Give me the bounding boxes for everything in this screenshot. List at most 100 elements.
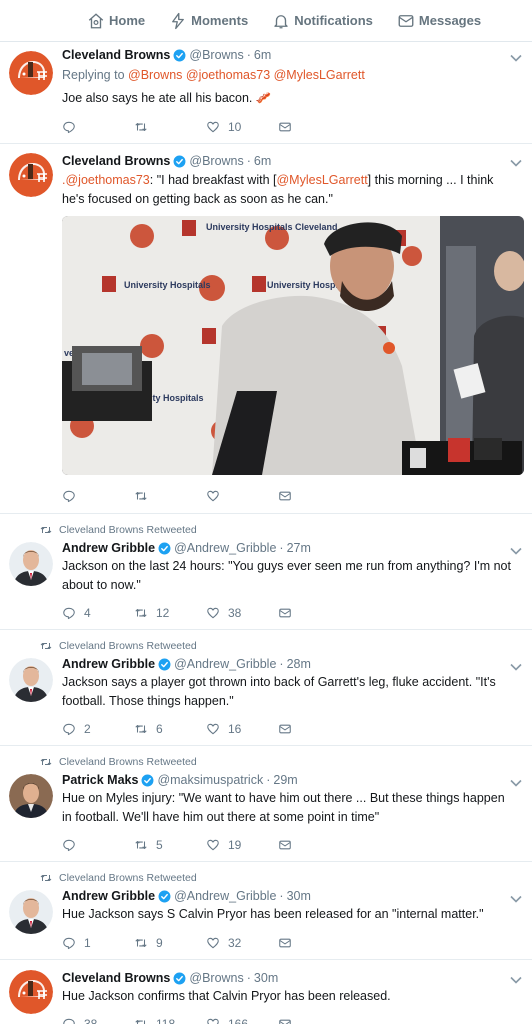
separator-dot: · (279, 541, 284, 555)
display-name[interactable]: Cleveland Browns (62, 154, 170, 168)
avatar[interactable] (9, 51, 53, 95)
like-count: 10 (228, 120, 242, 134)
timestamp[interactable]: 30m (254, 971, 278, 985)
retweeted-by[interactable]: Cleveland Browns Retweeted (59, 872, 197, 884)
tweet-text: Hue Jackson says S Calvin Pryor has been… (62, 907, 484, 921)
display-name[interactable]: Cleveland Browns (62, 971, 170, 985)
handle[interactable]: @Andrew_Gribble (174, 541, 276, 555)
retweet-count: 12 (156, 606, 170, 620)
retweet-button[interactable]: 9 (134, 936, 206, 950)
reply-button[interactable]: 1 (62, 936, 134, 950)
press-conference-photo: University Hospitals Cleveland Universit… (62, 216, 524, 475)
retweet-button[interactable] (134, 120, 206, 134)
nav-notifications-label: Notifications (294, 13, 373, 28)
nav-home-label: Home (109, 13, 146, 28)
nav-moments[interactable]: Moments (169, 0, 248, 42)
reply-button[interactable] (62, 489, 134, 503)
tweet[interactable]: Cleveland Browns @Browns · 6m Replying t… (0, 43, 532, 144)
dm-button[interactable] (278, 120, 350, 134)
display-name[interactable]: Andrew Gribble (62, 889, 155, 903)
dm-button[interactable] (278, 606, 350, 620)
retweet-button[interactable]: 6 (134, 722, 206, 736)
like-button[interactable]: 16 (206, 722, 278, 736)
reply-button[interactable] (62, 838, 134, 852)
avatar[interactable] (9, 774, 53, 818)
display-name[interactable]: Andrew Gribble (62, 657, 155, 671)
dm-button[interactable] (278, 1017, 350, 1024)
like-button[interactable]: 10 (206, 120, 278, 134)
timestamp[interactable]: 28m (287, 657, 311, 671)
tweet[interactable]: Cleveland Browns Retweeted Andrew Gribbl… (0, 514, 532, 630)
handle[interactable]: @Andrew_Gribble (174, 657, 276, 671)
avatar[interactable] (9, 658, 53, 702)
reply-button[interactable]: 38 (62, 1017, 134, 1024)
avatar[interactable] (9, 970, 53, 1014)
reply-button[interactable] (62, 120, 134, 134)
nav-home[interactable]: Home (87, 0, 145, 42)
chevron-down-icon[interactable] (510, 159, 522, 167)
chevron-down-icon[interactable] (510, 54, 522, 62)
tweet[interactable]: Cleveland Browns Retweeted Andrew Gribbl… (0, 862, 532, 960)
avatar[interactable] (9, 890, 53, 934)
timestamp[interactable]: 6m (254, 48, 271, 62)
reply-icon (62, 722, 76, 736)
dm-button[interactable] (278, 722, 350, 736)
chevron-down-icon[interactable] (510, 976, 522, 984)
mention-link[interactable]: .@joethomas73 (62, 173, 150, 187)
reply-button[interactable]: 2 (62, 722, 134, 736)
handle[interactable]: @Browns (189, 48, 243, 62)
retweeted-by[interactable]: Cleveland Browns Retweeted (59, 640, 197, 652)
retweet-button[interactable] (134, 489, 206, 503)
like-button[interactable]: 38 (206, 606, 278, 620)
like-button[interactable]: 32 (206, 936, 278, 950)
timestamp[interactable]: 27m (287, 541, 311, 555)
dm-button[interactable] (278, 936, 350, 950)
reply-button[interactable]: 4 (62, 606, 134, 620)
timestamp[interactable]: 30m (287, 889, 311, 903)
chevron-down-icon[interactable] (510, 895, 522, 903)
handle[interactable]: @Browns (189, 154, 243, 168)
timestamp[interactable]: 6m (254, 154, 271, 168)
like-button[interactable] (206, 489, 278, 503)
tweet-header: Cleveland Browns @Browns · 6m (62, 48, 271, 62)
dm-button[interactable] (278, 838, 350, 852)
browns-helmet-icon (9, 153, 53, 197)
replying-to-users[interactable]: @Browns @joethomas73 @MylesLGarrett (128, 68, 365, 82)
display-name[interactable]: Patrick Maks (62, 773, 138, 787)
handle[interactable]: @Andrew_Gribble (174, 889, 276, 903)
retweet-button[interactable]: 5 (134, 838, 206, 852)
heart-icon (206, 120, 220, 134)
retweet-button[interactable]: 118 (134, 1017, 206, 1024)
chevron-down-icon[interactable] (510, 663, 522, 671)
retweeted-by[interactable]: Cleveland Browns Retweeted (59, 524, 197, 536)
chevron-down-icon[interactable] (510, 779, 522, 787)
tweet[interactable]: Cleveland Browns @Browns · 30m Hue Jacks… (0, 960, 532, 1024)
like-button[interactable]: 166 (206, 1017, 278, 1024)
envelope-icon (278, 936, 292, 950)
mention-link[interactable]: @MylesLGarrett (276, 173, 367, 187)
handle[interactable]: @maksimuspatrick (157, 773, 263, 787)
nav-notifications[interactable]: Notifications (272, 0, 373, 42)
avatar[interactable] (9, 153, 53, 197)
dm-button[interactable] (278, 489, 350, 503)
tweet-media-photo[interactable]: University Hospitals Cleveland Universit… (62, 216, 524, 475)
like-button[interactable]: 19 (206, 838, 278, 852)
tweet-header: Andrew Gribble @Andrew_Gribble · 27m (62, 541, 311, 555)
tweet[interactable]: Cleveland Browns Retweeted Patrick Maks … (0, 746, 532, 862)
chevron-down-icon[interactable] (510, 547, 522, 555)
nav-messages[interactable]: Messages (397, 0, 481, 42)
tweet-text: Hue Jackson confirms that Calvin Pryor h… (62, 989, 391, 1003)
retweet-icon (134, 936, 148, 950)
display-name[interactable]: Andrew Gribble (62, 541, 155, 555)
handle[interactable]: @Browns (189, 971, 243, 985)
retweet-button[interactable]: 12 (134, 606, 206, 620)
retweeted-by[interactable]: Cleveland Browns Retweeted (59, 756, 197, 768)
verified-icon (158, 542, 171, 555)
display-name[interactable]: Cleveland Browns (62, 48, 170, 62)
avatar[interactable] (9, 542, 53, 586)
timestamp[interactable]: 29m (273, 773, 297, 787)
retweet-icon (134, 1017, 148, 1024)
tweet[interactable]: Cleveland Browns Retweeted Andrew Gribbl… (0, 630, 532, 746)
retweet-context: Cleveland Browns Retweeted (40, 640, 197, 652)
tweet[interactable]: Cleveland Browns @Browns · 6m .@joethoma… (0, 144, 532, 514)
